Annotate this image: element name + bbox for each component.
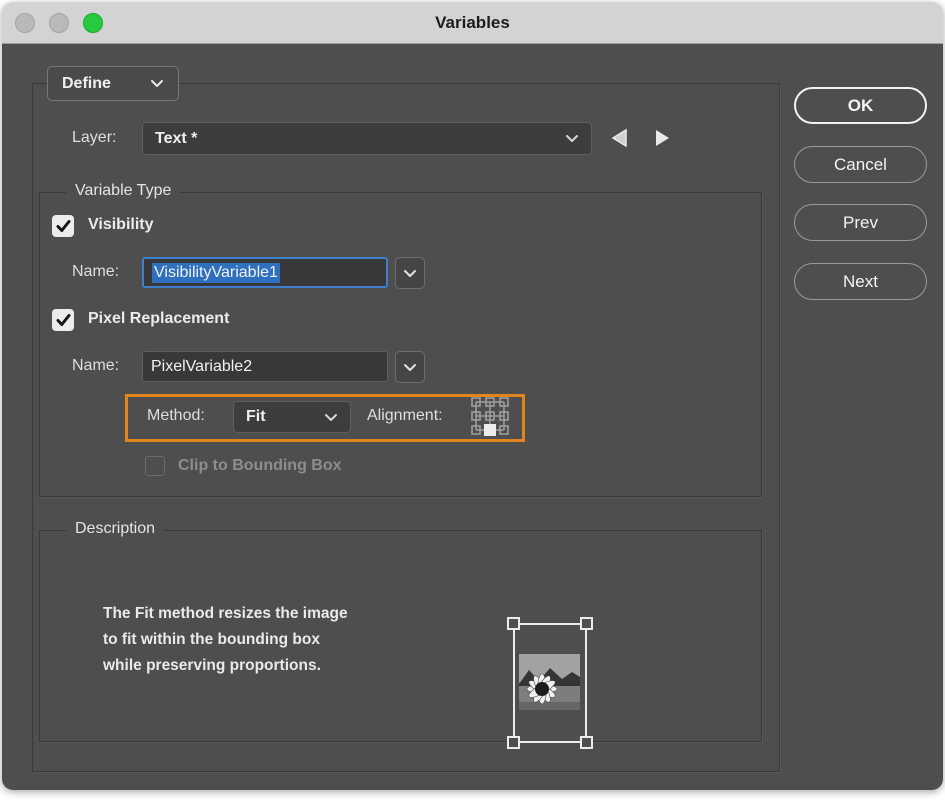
- checkmark-icon: [56, 220, 71, 233]
- description-title: Description: [66, 520, 164, 538]
- bbox-handle: [580, 736, 593, 749]
- chevron-down-icon: [150, 79, 164, 88]
- next-button-label: Next: [843, 272, 878, 292]
- visibility-name-dropdown-button[interactable]: [395, 257, 425, 289]
- alignment-grid-icon: [471, 397, 509, 438]
- method-dropdown[interactable]: Fit: [233, 401, 351, 433]
- visibility-name-input[interactable]: VisibilityVariable1: [142, 257, 388, 288]
- visibility-name-label: Name:: [72, 263, 119, 281]
- visibility-checkbox[interactable]: [52, 215, 74, 237]
- layer-dropdown[interactable]: Text *: [142, 122, 592, 155]
- layer-dropdown-value: Text *: [155, 130, 565, 148]
- close-window-icon[interactable]: [15, 13, 35, 33]
- description-line: The Fit method resizes the image: [103, 601, 348, 627]
- alignment-grid-control[interactable]: [471, 397, 509, 443]
- triangle-left-icon: [609, 127, 631, 149]
- zoom-window-icon[interactable]: [83, 13, 103, 33]
- pixel-name-value: PixelVariable2: [151, 358, 252, 376]
- description-line: while preserving proportions.: [103, 653, 348, 679]
- next-layer-arrow-button[interactable]: [649, 125, 675, 151]
- visibility-name-value: VisibilityVariable1: [152, 263, 280, 283]
- bbox-handle: [580, 617, 593, 630]
- traffic-lights: [15, 13, 103, 33]
- prev-button[interactable]: Prev: [794, 204, 927, 241]
- chevron-down-icon: [565, 134, 579, 143]
- bbox-handle: [507, 736, 520, 749]
- pixel-replacement-label: Pixel Replacement: [88, 310, 229, 328]
- title-bar[interactable]: Variables: [2, 2, 943, 44]
- fit-preview-bounding-box: [513, 623, 587, 743]
- method-label: Method:: [147, 407, 205, 425]
- pixel-name-input[interactable]: PixelVariable2: [142, 351, 388, 382]
- chevron-down-icon: [324, 413, 338, 422]
- variable-type-groupbox: Variable Type: [39, 192, 762, 497]
- prev-layer-arrow-button[interactable]: [607, 125, 633, 151]
- ok-button-label: OK: [848, 96, 874, 116]
- define-mode-dropdown[interactable]: Define: [47, 66, 179, 101]
- pixel-name-dropdown-button[interactable]: [395, 351, 425, 383]
- variables-dialog-window: Variables Define Layer: Text *: [2, 2, 943, 790]
- chevron-down-icon: [403, 269, 417, 278]
- dialog-body: Define Layer: Text *: [2, 44, 943, 790]
- ok-button[interactable]: OK: [794, 87, 927, 124]
- clip-bounding-box-label: Clip to Bounding Box: [178, 457, 342, 475]
- triangle-right-icon: [651, 127, 673, 149]
- prev-button-label: Prev: [843, 213, 878, 233]
- pixel-replacement-checkbox[interactable]: [52, 309, 74, 331]
- minimize-window-icon[interactable]: [49, 13, 69, 33]
- description-text: The Fit method resizes the image to fit …: [103, 601, 348, 679]
- description-groupbox: Description The Fit method resizes the i…: [39, 530, 762, 742]
- variable-type-title: Variable Type: [66, 182, 180, 200]
- flower-photo-thumbnail: [519, 654, 580, 710]
- window-title: Variables: [435, 13, 510, 33]
- screenshot-stage: Variables Define Layer: Text *: [0, 0, 945, 800]
- description-line: to fit within the bounding box: [103, 627, 348, 653]
- visibility-label: Visibility: [88, 216, 154, 234]
- clip-bounding-box-checkbox[interactable]: [145, 456, 165, 476]
- cancel-button-label: Cancel: [834, 155, 887, 175]
- layer-label: Layer:: [72, 129, 116, 147]
- next-button[interactable]: Next: [794, 263, 927, 300]
- pixel-name-label: Name:: [72, 357, 119, 375]
- bbox-handle: [507, 617, 520, 630]
- method-dropdown-value: Fit: [246, 408, 324, 426]
- checkmark-icon: [56, 314, 71, 327]
- cancel-button[interactable]: Cancel: [794, 146, 927, 183]
- define-dropdown-label: Define: [62, 75, 150, 93]
- alignment-label: Alignment:: [367, 407, 443, 425]
- chevron-down-icon: [403, 363, 417, 372]
